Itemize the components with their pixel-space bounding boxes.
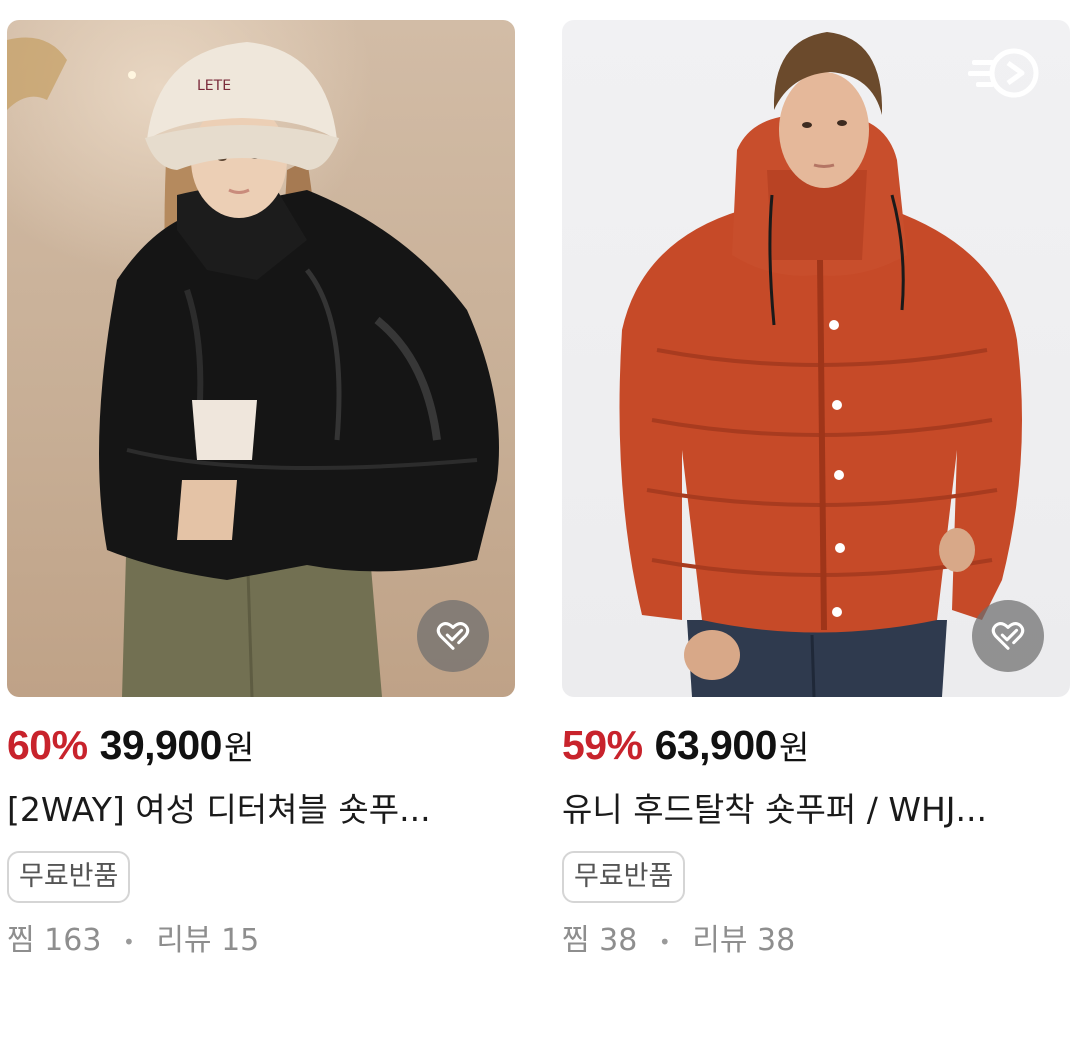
likes-count: 163	[44, 923, 102, 958]
product-card[interactable]: LETE 60% 39,900 원 [2WAY] 여성 디터쳐블 숏푸... 무…	[7, 20, 515, 962]
product-image[interactable]	[562, 20, 1070, 697]
product-stats: 찜 163 • 리뷰 15	[7, 921, 515, 962]
wishlist-button[interactable]	[972, 600, 1044, 672]
price-row: 59% 63,900 원	[562, 721, 1070, 773]
currency-unit: 원	[223, 728, 255, 767]
product-grid: LETE 60% 39,900 원 [2WAY] 여성 디터쳐블 숏푸... 무…	[0, 0, 1073, 1042]
separator-dot: •	[658, 929, 671, 954]
sale-price: 63,900	[654, 722, 778, 768]
reviews-count: 15	[221, 923, 260, 958]
reviews-label: 리뷰	[156, 923, 212, 958]
wishlist-button[interactable]	[417, 600, 489, 672]
product-stats: 찜 38 • 리뷰 38	[562, 921, 1070, 962]
separator-dot: •	[122, 929, 135, 954]
likes-label: 찜	[562, 923, 590, 958]
product-image[interactable]: LETE	[7, 20, 515, 697]
heart-check-icon	[991, 622, 1025, 650]
product-card[interactable]: 59% 63,900 원 유니 후드탈착 숏푸퍼 / WHJ... 무료반품 찜…	[562, 20, 1070, 962]
reviews-label: 리뷰	[692, 923, 748, 958]
heart-check-icon	[436, 622, 470, 650]
product-title[interactable]: 유니 후드탈착 숏푸퍼 / WHJ...	[562, 789, 1052, 831]
delivery-brand-logo	[968, 48, 1039, 98]
product-title[interactable]: [2WAY] 여성 디터쳐블 숏푸...	[7, 789, 497, 831]
product-photo-illustration: LETE	[7, 37, 499, 697]
product-photo-illustration	[619, 32, 1022, 697]
currency-unit: 원	[778, 728, 810, 767]
price-row: 60% 39,900 원	[7, 721, 515, 773]
svg-text:LETE: LETE	[197, 78, 231, 94]
sale-price: 39,900	[99, 722, 223, 768]
likes-label: 찜	[7, 923, 35, 958]
free-return-badge: 무료반품	[562, 851, 686, 903]
free-return-badge: 무료반품	[7, 851, 131, 903]
reviews-count: 38	[756, 923, 796, 958]
likes-count: 38	[599, 923, 638, 958]
discount-rate: 60%	[7, 722, 88, 768]
discount-rate: 59%	[562, 722, 643, 768]
